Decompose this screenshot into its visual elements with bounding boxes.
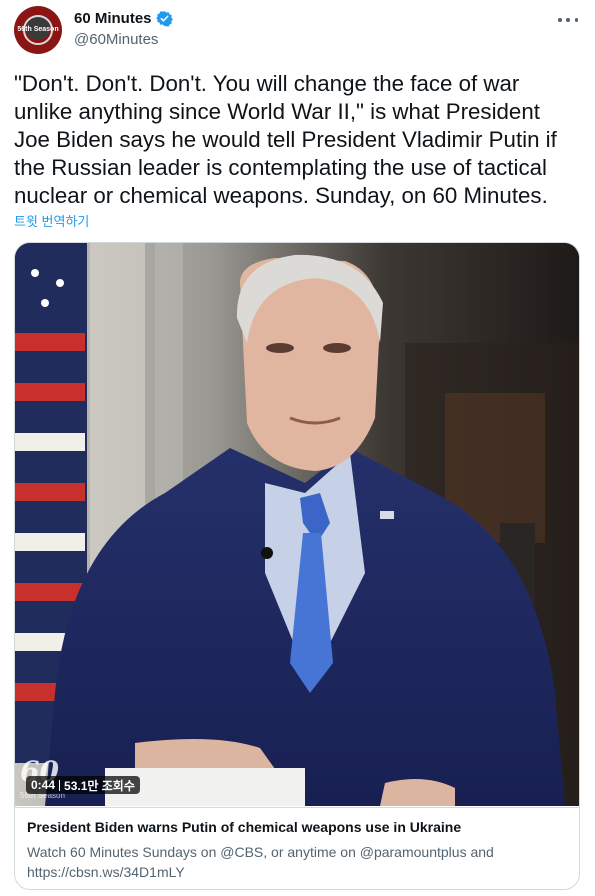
card-description: Watch 60 Minutes Sundays on @CBS, or any…: [27, 844, 494, 880]
card-info[interactable]: President Biden warns Putin of chemical …: [15, 807, 579, 889]
verified-badge-icon: [155, 10, 173, 27]
avatar-label: 56th Season: [17, 26, 59, 33]
more-options-icon[interactable]: [558, 14, 578, 26]
tweet-header: 56th Season 60 Minutes @60Minutes: [14, 6, 584, 56]
video-player[interactable]: 60 56th Season 0:44 53.1만 조회수: [15, 243, 579, 806]
translate-tweet-link[interactable]: 트윗 번역하기: [14, 211, 89, 230]
avatar[interactable]: 56th Season: [14, 6, 62, 54]
meta-separator: [59, 779, 61, 791]
name-row: 60 Minutes: [74, 10, 173, 27]
tweet-text: "Don't. Don't. Don't. You will change th…: [14, 71, 557, 208]
video-views: 53.1만 조회수: [64, 778, 135, 793]
card-title[interactable]: President Biden warns Putin of chemical …: [27, 818, 569, 836]
video-duration: 0:44: [31, 778, 56, 792]
display-name[interactable]: 60 Minutes: [74, 10, 152, 27]
handle[interactable]: @60Minutes: [74, 31, 158, 48]
video-frame: [15, 243, 579, 806]
video-meta-badge: 0:44 53.1만 조회수: [26, 776, 140, 794]
link-card[interactable]: 60 56th Season 0:44 53.1만 조회수 President …: [14, 242, 580, 890]
